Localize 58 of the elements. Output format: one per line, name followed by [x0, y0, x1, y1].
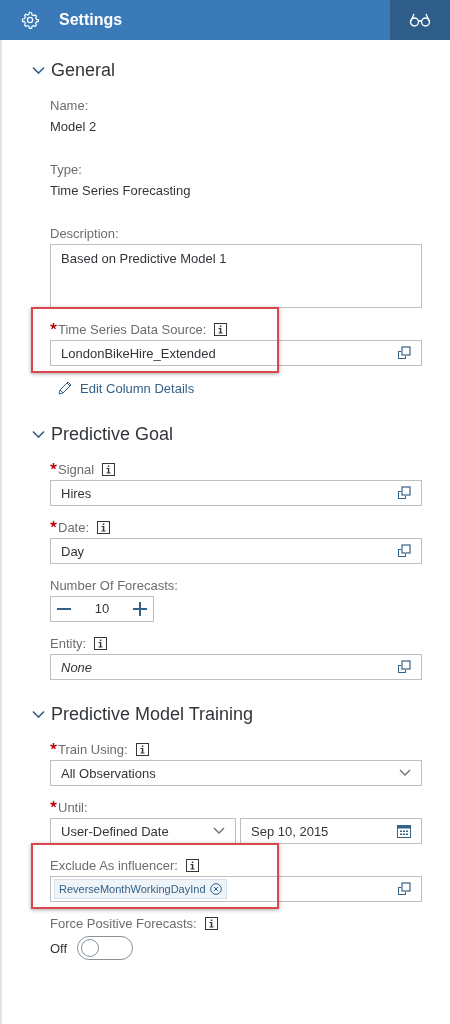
info-icon[interactable] — [135, 742, 149, 756]
field-label: Until: — [58, 799, 88, 815]
info-icon[interactable] — [185, 858, 199, 872]
value-help-icon[interactable] — [397, 486, 411, 500]
field-label: Entity: — [50, 635, 87, 651]
preview-button[interactable] — [390, 0, 450, 40]
field-value: Time Series Forecasting — [50, 182, 192, 200]
input-field[interactable]: Day — [50, 538, 422, 564]
caret-icon — [213, 827, 225, 835]
chevron-icon — [32, 709, 45, 719]
field-label: Type: — [50, 161, 82, 177]
panel-title: Settings — [59, 11, 124, 29]
plus-icon — [133, 602, 147, 616]
value-help-icon[interactable] — [397, 346, 411, 360]
glasses-icon — [409, 13, 431, 27]
info-icon[interactable] — [214, 322, 228, 336]
value-help-icon[interactable] — [397, 544, 411, 558]
field-label: Signal — [58, 461, 95, 477]
select-field[interactable]: User-Defined Date — [50, 818, 236, 844]
field-label: Number Of Forecasts: — [50, 577, 178, 593]
input-field[interactable]: LondonBikeHire_Extended — [50, 340, 422, 366]
chevron-icon — [32, 429, 45, 439]
field-label: Name: — [50, 97, 89, 113]
section-header[interactable]: General — [32, 54, 116, 86]
pencil-icon — [58, 381, 72, 395]
multi-input-field[interactable]: ReverseMonthWorkingDayInd — [50, 876, 422, 902]
input-field[interactable]: Hires — [50, 480, 422, 506]
plus-button[interactable] — [133, 602, 147, 616]
remove-icon[interactable] — [209, 883, 222, 895]
field-label: Description: — [50, 225, 119, 241]
step-value: 10 — [94, 600, 110, 618]
info-icon[interactable] — [97, 520, 111, 534]
section-header[interactable]: Predictive Goal — [32, 418, 174, 450]
info-icon[interactable] — [102, 462, 116, 476]
description-field[interactable]: Based on Predictive Model 1 — [50, 244, 422, 308]
field-label: Force Positive Forecasts: — [50, 915, 197, 931]
field-label: Date: — [58, 519, 90, 535]
toggle-switch[interactable] — [77, 936, 134, 960]
calendar-icon[interactable] — [397, 824, 411, 838]
info-icon[interactable] — [204, 916, 218, 930]
settings-icon — [21, 11, 39, 29]
token[interactable]: ReverseMonthWorkingDayInd — [54, 879, 227, 899]
chevron-icon — [32, 65, 45, 75]
date-field[interactable]: Sep 10, 2015 — [240, 818, 422, 844]
value-help-icon[interactable] — [397, 660, 411, 674]
caret-icon — [399, 769, 411, 777]
field-label: Time Series Data Source: — [58, 321, 207, 337]
field-label: Train Using: — [58, 741, 128, 757]
info-icon[interactable] — [94, 636, 108, 650]
field-label: Exclude As influencer: — [50, 857, 178, 873]
step-input[interactable]: 10 — [50, 596, 154, 622]
value-help-icon[interactable] — [397, 882, 411, 896]
field-value: Model 2 — [50, 118, 98, 136]
input-field[interactable]: None — [50, 654, 422, 680]
edit-link[interactable]: Edit Column Details — [58, 376, 195, 400]
select-field[interactable]: All Observations — [50, 760, 422, 786]
section-header[interactable]: Predictive Model Training — [32, 698, 254, 730]
switch-state: Off — [50, 940, 68, 956]
